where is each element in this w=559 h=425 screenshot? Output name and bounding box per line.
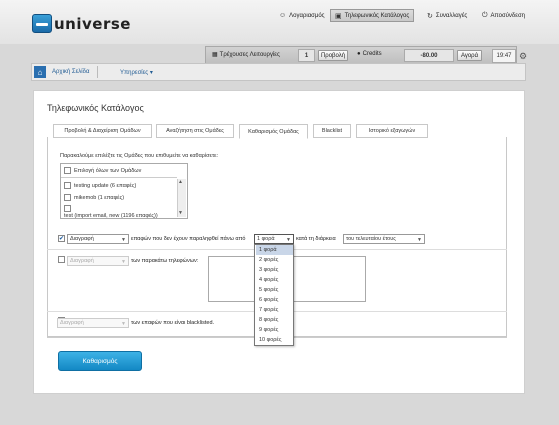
tasks-count: 1 [298, 49, 315, 62]
group-item[interactable]: mikemob (1 επαφές) [64, 194, 124, 201]
view-button[interactable]: Προβολή [318, 50, 348, 61]
row2-checkbox[interactable] [58, 256, 65, 263]
breadcrumb-services[interactable]: Υπηρεσίες ▾ [120, 69, 153, 76]
nav-phonebook[interactable]: ▣ Τηλεφωνικός Κατάλογος [330, 9, 415, 22]
dropdown-option[interactable]: 3 φορές [256, 265, 293, 275]
logo-icon [32, 14, 52, 33]
tasks-icon: ▦ [212, 52, 218, 58]
logo[interactable]: universe [32, 13, 131, 34]
gear-icon[interactable]: ⚙ [519, 51, 527, 62]
checkbox[interactable] [64, 194, 71, 201]
scroll-down-icon[interactable]: ▼ [178, 210, 183, 216]
user-icon: ☺ [279, 12, 287, 19]
period-select[interactable]: του τελευταίου έτους ▼ [343, 234, 425, 244]
times-dropdown-list[interactable]: 1 φορά 2 φορές 3 φορές 4 φορές 5 φορές 6… [254, 244, 294, 346]
chevron-down-icon: ▼ [121, 321, 126, 327]
group-item[interactable]: testing update (6 επαφές) [64, 182, 136, 189]
times-select[interactable]: 1 φορά ▼ [254, 234, 294, 244]
scroll-up-icon[interactable]: ▲ [178, 179, 183, 185]
dropdown-option[interactable]: 2 φορές [256, 255, 293, 265]
dropdown-option[interactable]: 4 φορές [256, 275, 293, 285]
clock: 19:47 [492, 49, 516, 63]
tab-group-search[interactable]: Αναζήτηση στις Ομάδες [156, 124, 234, 138]
chevron-down-icon: ▼ [121, 259, 126, 265]
home-icon[interactable]: ⌂ [34, 66, 46, 78]
dropdown-option[interactable]: 10 φορές [256, 335, 293, 345]
checkbox[interactable] [64, 182, 71, 189]
row2-text: των παρακάτω τηλεφώνων: [131, 258, 199, 264]
tab-export-history[interactable]: Ιστορικό εξαγωγών [356, 124, 428, 138]
tab-blacklist[interactable]: Blacklist [313, 124, 351, 138]
row1-text: επαφών που δεν έχουν παραληφθεί πάνω από [131, 236, 246, 242]
buy-button[interactable]: Αγορά [457, 50, 482, 61]
running-tasks: ▦ Τρέχουσες Λειτουργίες [212, 51, 280, 59]
breadcrumb-home[interactable]: Αρχική Σελίδα [52, 69, 89, 75]
checkbox[interactable] [64, 205, 71, 212]
credits: ● Credits [357, 51, 382, 57]
list-divider [61, 177, 177, 178]
group-item[interactable] [64, 205, 74, 212]
nav-account[interactable]: ☺ Λογαριασμός [275, 9, 329, 22]
row3-text: των επαφών που είναι blacklisted. [131, 320, 215, 326]
credits-value: -80.00 [404, 49, 454, 62]
chevron-down-icon: ▼ [417, 237, 422, 243]
chevron-down-icon: ▼ [121, 237, 126, 243]
dropdown-option[interactable]: 5 φορές [256, 285, 293, 295]
dropdown-option[interactable]: 7 φορές [256, 305, 293, 315]
dropdown-option[interactable]: 1 φορά [256, 245, 293, 255]
clean-button[interactable]: Καθαρισμός [58, 351, 142, 371]
breadcrumb-separator [97, 66, 98, 78]
instructions-text: Παρακαλούμε επιλέξτε τις Ομάδες που επιθ… [60, 153, 219, 159]
select-all-groups[interactable]: Επιλογή όλων των Ομάδων [64, 167, 141, 174]
power-icon: ⏻ [482, 11, 488, 19]
group-item-cut[interactable]: test (import email, new (1196 επαφές)) [61, 213, 177, 219]
breadcrumb [31, 63, 526, 81]
nav-logout[interactable]: ⏻ Αποσύνδεση [478, 9, 529, 22]
row3-action-select[interactable]: Διαγραφή ▼ [57, 318, 129, 328]
chevron-down-icon: ▼ [286, 237, 291, 243]
page-title: Τηλεφωνικός Κατάλογος [47, 103, 144, 113]
dropdown-option[interactable]: 9 φορές [256, 325, 293, 335]
dropdown-option[interactable]: 8 φορές [256, 315, 293, 325]
nav-transactions[interactable]: ↻ Συναλλαγές [423, 9, 471, 22]
phonebook-icon: ▣ [335, 12, 342, 20]
transactions-icon: ↻ [427, 12, 433, 20]
row2-action-select[interactable]: Διαγραφή ▼ [67, 256, 129, 266]
row1-checkbox[interactable]: ✔ [58, 235, 65, 242]
dropdown-option[interactable]: 6 φορές [256, 295, 293, 305]
checkbox[interactable] [64, 167, 71, 174]
row1-duration-text: κατά τη διάρκεια [296, 236, 336, 242]
credits-icon: ● [357, 51, 361, 57]
tab-groups-management[interactable]: Προβολή & Διαχείριση Ομάδων [53, 124, 152, 138]
row1-action-select[interactable]: Διαγραφή ▼ [67, 234, 129, 244]
